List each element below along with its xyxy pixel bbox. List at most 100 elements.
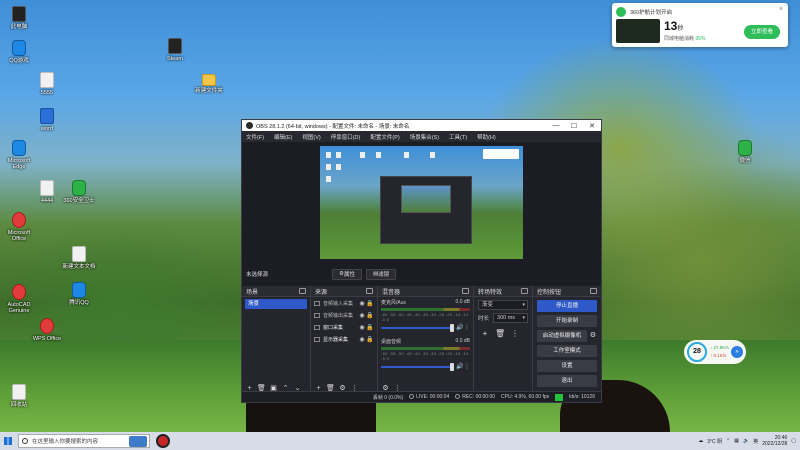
desktop-icon-wps[interactable]: WPS Office xyxy=(30,318,64,342)
view-now-button[interactable]: 立即查看 xyxy=(744,25,780,39)
undock-icon[interactable] xyxy=(366,288,373,294)
live-timer: LIVE: 00:00:04 xyxy=(409,394,449,400)
weather-icon[interactable]: ☁ xyxy=(698,438,703,444)
preview-area xyxy=(242,142,601,286)
mixer-channel: 麦克风/Aux 0.0 dB -60 -55 -50 -45 -40 -35 -3… xyxy=(381,299,470,332)
notification-center-icon[interactable]: ▢ xyxy=(791,438,796,444)
more-icon[interactable]: ⋮ xyxy=(464,363,470,370)
speaker-icon[interactable]: 🔊 xyxy=(456,324,464,331)
eye-icon[interactable]: ◉ xyxy=(358,300,366,307)
stop-streaming-button[interactable]: 停止直播 xyxy=(537,300,597,312)
desktop-icon-word[interactable]: word xyxy=(30,108,64,132)
scenes-dock: 场景 场景 + 🗑 ▣ ⌃ ⌄ xyxy=(242,286,311,394)
audio-mixer-dock: 混音器 麦克风/Aux 0.0 dB -60 -55 -50 -45 -40 -3… xyxy=(378,286,474,394)
desktop-icon-edge[interactable]: Microsoft Edge xyxy=(2,140,36,170)
desktop-icon-this-pc[interactable]: 此电脑 xyxy=(2,6,36,30)
virtual-camera-button[interactable]: 启动虚拟摄像机 ⚙ xyxy=(537,330,596,342)
network-icon[interactable]: ▦ xyxy=(734,438,739,444)
close-button[interactable]: ✕ xyxy=(583,122,601,130)
tray-clock[interactable]: 20:46 2022/12/28 xyxy=(762,435,787,447)
source-toolbar: 未选择源 ⚙ 属性 ▤ 滤镜 xyxy=(242,266,601,282)
bitrate: kb/s: 10126 xyxy=(569,394,595,400)
maximize-button[interactable]: ☐ xyxy=(565,122,583,130)
chevron-up-icon[interactable]: ⌃ xyxy=(726,438,730,444)
close-icon[interactable]: × xyxy=(779,6,783,13)
source-item[interactable]: 窗口采集 ◉ 🔒 xyxy=(311,321,377,333)
taskbar-search[interactable]: 在这里输入你要搜索的内容 xyxy=(18,434,150,448)
document-icon xyxy=(72,246,86,262)
source-item[interactable]: 音频输入采集 ◉ 🔒 xyxy=(311,297,377,309)
desktop-icon-office[interactable]: Microsoft Office xyxy=(2,212,36,242)
remove-transition-button[interactable]: 🗑 xyxy=(495,329,505,339)
undock-icon[interactable] xyxy=(521,288,528,294)
filters-button[interactable]: ▤ 滤镜 xyxy=(365,268,397,280)
desktop-icon-steam[interactable]: Steam xyxy=(158,38,192,62)
lock-icon[interactable]: 🔒 xyxy=(366,336,374,343)
menu-scene-collection[interactable]: 场景集合(S) xyxy=(410,133,439,141)
expand-icon[interactable]: » xyxy=(731,346,743,358)
edge-icon xyxy=(12,140,26,156)
desktop-icon-360[interactable]: 360安全卫士 xyxy=(62,180,96,204)
desktop-icon-5555[interactable]: 5555 xyxy=(30,72,64,96)
speaker-icon[interactable]: 🔊 xyxy=(456,363,464,370)
transition-type-select[interactable]: 渐变 xyxy=(478,300,528,310)
menu-view[interactable]: 视图(V) xyxy=(302,133,320,141)
desktop-icon-4444[interactable]: 4444 xyxy=(30,180,64,204)
input-language[interactable]: 英 xyxy=(753,438,758,445)
scene-item[interactable]: 场景 xyxy=(245,299,307,309)
tray-weather[interactable]: 3°C 阴 xyxy=(707,438,722,445)
undock-icon[interactable] xyxy=(590,288,597,294)
network-speed-widget[interactable]: 28 ↓ 27.8K/s ↑ 0.1K/s » xyxy=(684,340,746,364)
eye-icon[interactable]: ◉ xyxy=(358,336,366,343)
obs-titlebar[interactable]: OBS 28.1.2 (64-bit, windows) - 配置文件: 未命名… xyxy=(242,120,601,131)
notification-countdown: 13秒 xyxy=(664,19,684,33)
menu-edit[interactable]: 编辑(E) xyxy=(274,133,292,141)
volume-slider[interactable] xyxy=(381,362,454,371)
minimize-button[interactable]: — xyxy=(547,122,565,130)
obs-window[interactable]: OBS 28.1.2 (64-bit, windows) - 配置文件: 未命名… xyxy=(241,119,602,403)
obs-taskbar-icon[interactable] xyxy=(156,434,170,448)
menu-profile[interactable]: 配置文件(P) xyxy=(370,133,399,141)
volume-icon[interactable]: 🔈 xyxy=(743,438,749,444)
desktop-icon-new-folder[interactable]: 新建文件夹 xyxy=(192,72,226,94)
lock-icon[interactable]: 🔒 xyxy=(366,324,374,331)
start-recording-button[interactable]: 开始录制 xyxy=(537,315,597,327)
autocad-icon xyxy=(12,284,26,300)
desktop-icon-recycle-bin[interactable]: 回收站 xyxy=(2,384,36,408)
start-button[interactable] xyxy=(0,432,16,450)
studio-mode-button[interactable]: 工作室模式 xyxy=(537,345,597,357)
undock-icon[interactable] xyxy=(462,288,469,294)
menu-help[interactable]: 帮助(H) xyxy=(477,133,496,141)
desktop-icon-new-text[interactable]: 新建文本文档 xyxy=(62,246,96,270)
undock-icon[interactable] xyxy=(299,288,306,294)
menu-file[interactable]: 文件(F) xyxy=(246,133,264,141)
add-transition-button[interactable]: + xyxy=(480,329,490,339)
eye-icon[interactable]: ◉ xyxy=(358,324,366,331)
desktop-icon-qq-game[interactable]: QQ游戏 xyxy=(2,40,36,64)
controls-dock: 控制按钮 停止直播 开始录制 启动虚拟摄像机 ⚙ 工作室模式 设置 退出 xyxy=(533,286,601,394)
eye-icon[interactable]: ◉ xyxy=(358,312,366,319)
exit-button[interactable]: 退出 xyxy=(537,375,597,387)
settings-button[interactable]: 设置 xyxy=(537,360,597,372)
lock-icon[interactable]: 🔒 xyxy=(366,300,374,307)
desktop-icon-wechat[interactable]: 微信 xyxy=(728,140,762,164)
more-icon[interactable]: ⋮ xyxy=(510,329,520,339)
source-item[interactable]: 音频输出采集 ◉ 🔒 xyxy=(311,309,377,321)
word-icon xyxy=(40,108,54,124)
menu-docks[interactable]: 停靠窗口(D) xyxy=(331,133,361,141)
sources-dock-title: 来源 xyxy=(315,289,328,296)
properties-button[interactable]: ⚙ 属性 xyxy=(332,268,362,280)
gear-icon[interactable]: ⚙ xyxy=(589,330,597,342)
desktop-icon-autocad[interactable]: AutoCAD Genuine xyxy=(2,284,36,314)
desktop-icon-qq[interactable]: 腾讯QQ xyxy=(62,282,96,306)
more-icon[interactable]: ⋮ xyxy=(464,324,470,331)
wps-icon xyxy=(40,318,54,334)
search-placeholder: 在这里输入你要搜索的内容 xyxy=(32,439,99,445)
volume-slider[interactable] xyxy=(381,323,454,332)
transition-duration-input[interactable]: 300 ms xyxy=(493,313,528,323)
stream-preview[interactable] xyxy=(320,146,523,259)
menu-tools[interactable]: 工具(T) xyxy=(449,133,467,141)
notification-popup[interactable]: 360护航计划开启 × 13秒 同城电脑消耗 95% 立即查看 xyxy=(612,3,788,47)
source-item[interactable]: 显示器采集 ◉ 🔒 xyxy=(311,333,377,345)
lock-icon[interactable]: 🔒 xyxy=(366,312,374,319)
